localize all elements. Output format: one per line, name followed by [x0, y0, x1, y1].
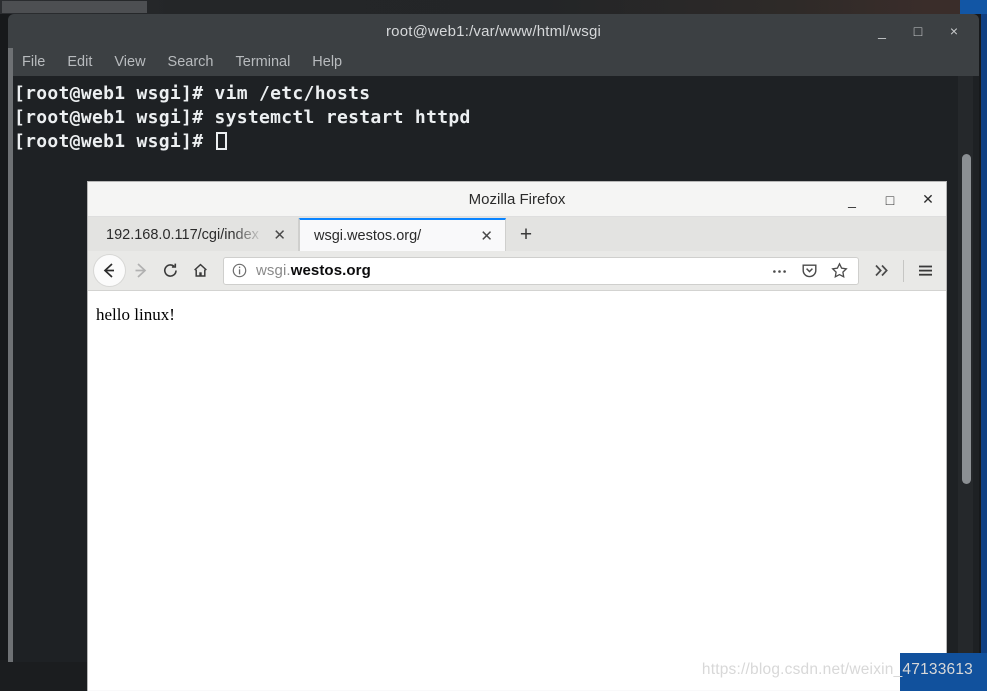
terminal-minimize-button[interactable]: _ [875, 24, 889, 38]
browser-tab-1[interactable]: 192.168.0.117/cgi/index ✕ [92, 218, 299, 251]
firefox-titlebar[interactable]: Mozilla Firefox _ □ ✕ [88, 182, 946, 217]
back-button[interactable] [94, 255, 125, 286]
tab-close-icon[interactable]: ✕ [267, 226, 292, 244]
terminal-title: root@web1:/var/www/html/wsgi [385, 22, 602, 40]
forward-arrow-icon [135, 263, 146, 278]
panel-blue-indicator [960, 0, 987, 14]
browser-tab-2[interactable]: wsgi.westos.org/ ✕ [299, 218, 506, 251]
terminal-close-button[interactable]: × [947, 24, 961, 38]
overflow-menu-button[interactable] [867, 256, 897, 286]
menu-item-edit[interactable]: Edit [67, 54, 92, 70]
tab-label: wsgi.westos.org/ [314, 227, 422, 244]
terminal-cursor [216, 132, 228, 150]
terminal-line: [root@web1 wsgi]# vim /etc/hosts [14, 83, 371, 104]
new-tab-button[interactable]: + [506, 218, 546, 251]
menu-item-file[interactable]: File [22, 54, 45, 70]
home-icon [193, 263, 207, 277]
desktop-right-blue-strip [981, 14, 987, 691]
url-prefix: wsgi. [256, 262, 291, 279]
star-icon[interactable] [831, 262, 848, 279]
firefox-close-button[interactable]: ✕ [922, 191, 934, 208]
firefox-tabbar: 192.168.0.117/cgi/index ✕ wsgi.westos.or… [88, 217, 946, 251]
url-text: wsgi.westos.org [256, 262, 771, 279]
firefox-window-controls: _ □ ✕ [846, 182, 934, 217]
back-arrow-icon [103, 263, 114, 278]
menu-item-view[interactable]: View [114, 54, 145, 70]
firefox-navigation-toolbar: wsgi.westos.org [88, 251, 946, 291]
terminal-line: [root@web1 wsgi]# systemctl restart http… [14, 107, 471, 128]
firefox-minimize-button[interactable]: _ [846, 192, 858, 208]
tab-label: 192.168.0.117/cgi/index [106, 226, 259, 243]
terminal-titlebar[interactable]: root@web1:/var/www/html/wsgi _ □ × [8, 14, 979, 48]
url-bar-icons [771, 262, 850, 279]
reload-icon [163, 263, 177, 277]
info-icon[interactable] [232, 263, 247, 278]
forward-button[interactable] [125, 256, 155, 286]
pocket-icon[interactable] [801, 262, 818, 279]
terminal-window-controls: _ □ × [875, 14, 969, 48]
menu-item-terminal[interactable]: Terminal [236, 54, 291, 70]
panel-task-item[interactable] [2, 1, 147, 13]
url-bar[interactable]: wsgi.westos.org [223, 256, 859, 285]
chevron-double-right-icon [874, 264, 888, 277]
application-menu-button[interactable] [910, 256, 940, 286]
terminal-scrollbar-thumb[interactable] [962, 154, 971, 484]
firefox-maximize-button[interactable]: □ [884, 192, 896, 208]
page-actions-icon[interactable] [771, 263, 788, 278]
terminal-prompt: [root@web1 wsgi]# [14, 131, 215, 152]
menu-item-search[interactable]: Search [168, 54, 214, 70]
terminal-menubar: File Edit View Search Terminal Help [8, 48, 979, 76]
terminal-left-edge [8, 48, 13, 662]
hamburger-menu-icon [918, 265, 932, 276]
toolbar-separator [903, 259, 904, 282]
url-domain: westos.org [290, 262, 371, 279]
menu-item-help[interactable]: Help [312, 54, 342, 70]
reload-button[interactable] [155, 256, 185, 286]
firefox-window-title: Mozilla Firefox [468, 190, 566, 208]
page-content-area[interactable]: hello linux! [88, 291, 946, 690]
page-body-text: hello linux! [96, 305, 175, 324]
tab-close-icon[interactable]: ✕ [474, 227, 499, 245]
desktop-top-panel[interactable] [0, 0, 987, 14]
terminal-prompt-line: [root@web1 wsgi]# [14, 130, 979, 154]
terminal-maximize-button[interactable]: □ [911, 24, 925, 38]
desktop-bottom-blue-block [900, 653, 987, 691]
toolbar-right-buttons [867, 256, 940, 286]
screen: root@web1:/var/www/html/wsgi _ □ × File … [0, 0, 987, 691]
firefox-window[interactable]: Mozilla Firefox _ □ ✕ 192.168.0.117/cgi/… [88, 182, 946, 691]
home-button[interactable] [185, 256, 215, 286]
